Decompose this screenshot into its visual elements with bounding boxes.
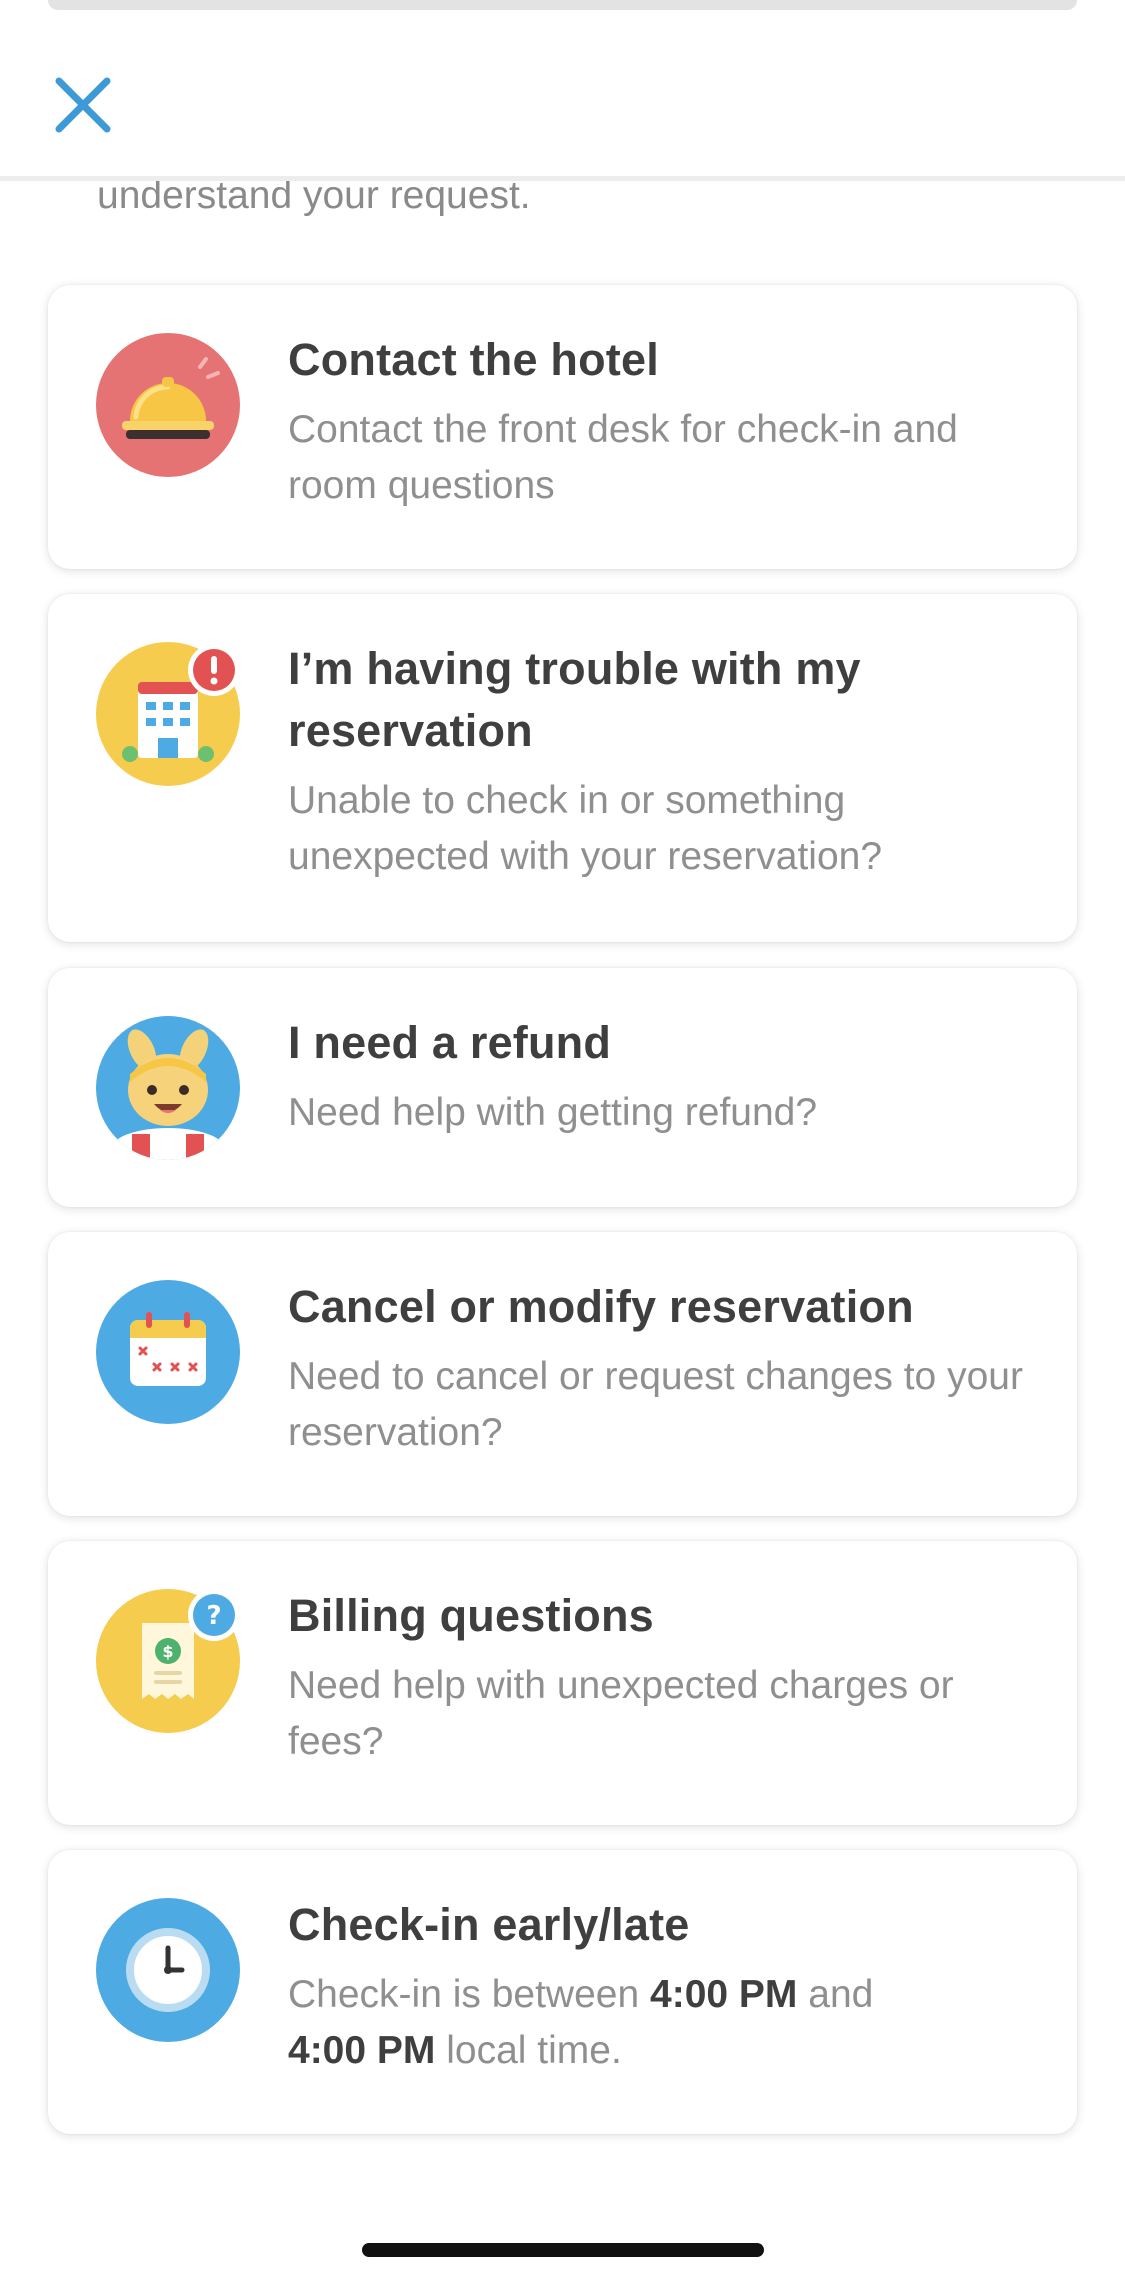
option-title: Cancel or modify reservation [288, 1281, 914, 1332]
close-button[interactable] [44, 66, 122, 144]
service-bell-icon [96, 333, 240, 477]
option-description: Need help with getting refund? [288, 1091, 818, 1134]
desc-mid: and [797, 1973, 874, 2016]
svg-text:$: $ [162, 1642, 173, 1661]
option-title: Billing questions [288, 1590, 654, 1641]
option-checkin-time[interactable]: Check-in early/late Check-in is between … [48, 1850, 1077, 2134]
sheet-backdrop [48, 0, 1077, 10]
calendar-icon [96, 1280, 240, 1424]
option-description: Need help with unexpected charges or fee… [288, 1664, 954, 1763]
option-description: Check-in is between 4:00 PM and 4:00 PM l… [288, 1967, 1027, 2079]
checkin-end-time: 4:00 PM [288, 2029, 436, 2072]
option-title: Check-in early/late [288, 1899, 690, 1950]
option-cancel-modify[interactable]: Cancel or modify reservation Need to can… [48, 1232, 1077, 1516]
svg-text:?: ? [206, 1601, 221, 1631]
checkin-start-time: 4:00 PM [650, 1973, 798, 2016]
hotel-alert-icon [96, 642, 240, 786]
modal-header [0, 12, 1125, 181]
option-title: I’m having trouble with my reservation [288, 643, 861, 756]
option-description: Unable to check in or something unexpect… [288, 779, 883, 878]
option-billing[interactable]: $ ? Billing questions Need help with une… [48, 1541, 1077, 1825]
desc-prefix: Check-in is between [288, 1973, 651, 2016]
mascot-lifebuoy-icon [96, 1016, 240, 1160]
option-title: I need a refund [288, 1017, 612, 1068]
option-description: Contact the front desk for check-in and … [288, 408, 958, 507]
option-contact-hotel[interactable]: Contact the hotel Contact the front desk… [48, 285, 1077, 569]
clock-icon [96, 1898, 240, 2042]
option-description: Need to cancel or request changes to you… [288, 1355, 1023, 1454]
option-refund[interactable]: I need a refund Need help with getting r… [48, 968, 1077, 1207]
receipt-question-icon: $ ? [96, 1589, 240, 1733]
option-title: Contact the hotel [288, 334, 659, 385]
option-reservation-trouble[interactable]: I’m having trouble with my reservation U… [48, 594, 1077, 942]
desc-suffix: local time. [435, 2029, 622, 2072]
close-icon [55, 77, 111, 133]
home-indicator [362, 2243, 764, 2257]
